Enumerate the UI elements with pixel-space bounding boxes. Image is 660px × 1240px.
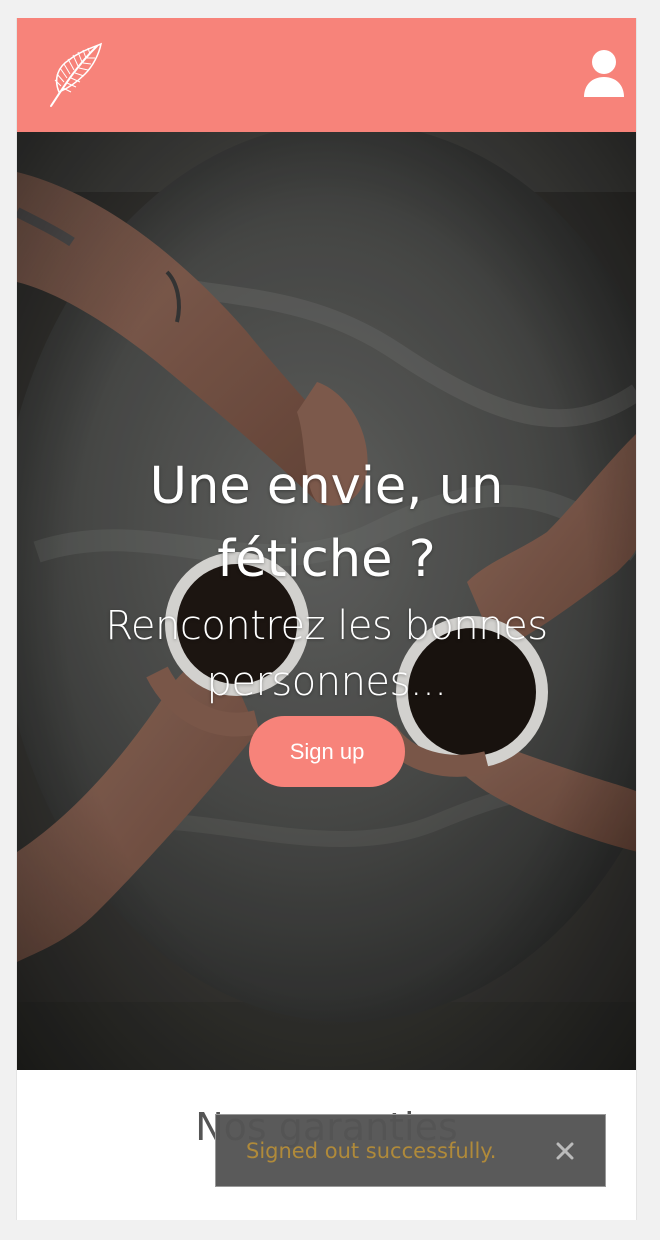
hero-title: Une envie, un fétiche ? bbox=[149, 457, 504, 589]
signup-button[interactable]: Sign up bbox=[249, 716, 405, 787]
flash-notification: Signed out successfully. bbox=[215, 1114, 606, 1187]
logo-link[interactable] bbox=[45, 40, 107, 110]
user-icon bbox=[584, 50, 624, 97]
navbar bbox=[17, 18, 636, 132]
feather-icon bbox=[50, 42, 103, 107]
hero-subtitle: Rencontrez les bonnes personnes... bbox=[105, 603, 548, 705]
close-icon[interactable] bbox=[553, 1139, 577, 1163]
flash-message: Signed out successfully. bbox=[246, 1139, 497, 1163]
hero-section: Une envie, un fétiche ? Rencontrez les b… bbox=[17, 132, 636, 1070]
user-account-button[interactable] bbox=[582, 49, 626, 99]
page-viewport: Une envie, un fétiche ? Rencontrez les b… bbox=[16, 18, 637, 1220]
